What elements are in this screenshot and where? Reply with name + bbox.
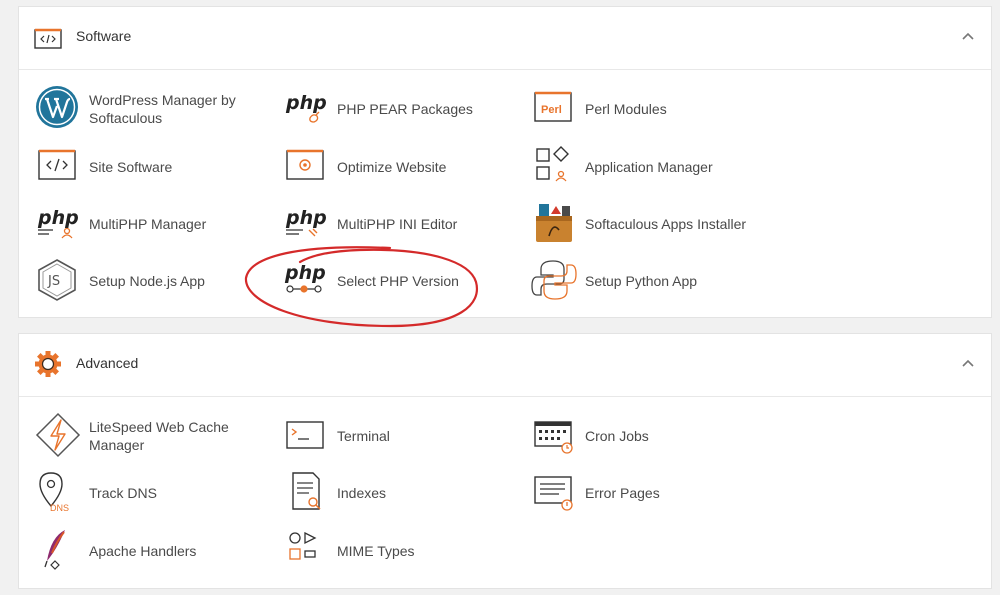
software-item-softaculous[interactable]: Softaculous Apps Installer xyxy=(531,200,771,248)
advanced-panel: Advanced LiteSpeed Web Cache Manager Ter… xyxy=(18,333,992,589)
svg-text:php: php xyxy=(285,92,327,114)
software-item-setup-nodejs[interactable]: JS Setup Node.js App xyxy=(35,257,275,305)
item-label: Cron Jobs xyxy=(585,428,649,444)
nodejs-icon: JS xyxy=(38,259,76,301)
item-label: Apache Handlers xyxy=(89,543,197,559)
php-version-icon: php xyxy=(284,262,326,293)
software-panel: Software WordPress Manager by Softaculou… xyxy=(18,6,992,318)
advanced-item-cron-jobs[interactable]: Cron Jobs xyxy=(531,412,771,460)
svg-text:php: php xyxy=(37,207,79,229)
python-icon xyxy=(531,260,577,300)
multiphp-icon: php xyxy=(37,207,79,239)
item-label: Perl Modules xyxy=(585,101,667,117)
app-grid-icon xyxy=(536,146,569,182)
optimize-gear-icon xyxy=(286,149,324,180)
item-label: Track DNS xyxy=(89,485,157,501)
item-label: Error Pages xyxy=(585,485,660,501)
php-ini-icon: php xyxy=(285,207,327,237)
software-item-site-software[interactable]: Site Software xyxy=(35,143,275,191)
item-label: Terminal xyxy=(337,428,390,444)
software-item-wordpress-manager[interactable]: WordPress Manager by Softaculous xyxy=(35,85,275,133)
item-label: Application Manager xyxy=(585,159,713,175)
software-item-multiphp-ini-editor[interactable]: php MultiPHP INI Editor xyxy=(283,200,523,248)
advanced-item-indexes[interactable]: Indexes xyxy=(283,469,523,517)
advanced-item-track-dns[interactable]: DNS Track DNS xyxy=(35,469,275,517)
php-pear-icon: php xyxy=(285,92,327,123)
error-page-icon xyxy=(534,476,573,511)
software-panel-header[interactable]: Software xyxy=(19,7,991,70)
svg-text:Perl: Perl xyxy=(541,104,562,116)
item-label: Indexes xyxy=(337,485,387,501)
apache-feather-icon xyxy=(44,530,65,570)
advanced-item-litespeed[interactable]: LiteSpeed Web Cache Manager xyxy=(35,412,275,460)
item-label: Softaculous Apps Installer xyxy=(585,216,747,232)
software-item-select-php-version[interactable]: php Select PHP Version xyxy=(283,257,523,305)
item-label: PHP PEAR Packages xyxy=(337,101,473,117)
chevron-up-icon[interactable] xyxy=(961,31,975,41)
svg-text:php: php xyxy=(285,207,327,229)
litespeed-icon xyxy=(35,412,81,458)
softaculous-icon xyxy=(536,204,572,242)
item-label: MultiPHP Manager xyxy=(89,216,207,232)
item-label: WordPress Manager by Softaculous xyxy=(89,92,236,126)
chevron-up-icon[interactable] xyxy=(961,358,975,368)
item-label: Setup Python App xyxy=(585,273,698,289)
code-window-icon xyxy=(34,28,62,49)
svg-text:php: php xyxy=(284,262,326,284)
item-label: MultiPHP INI Editor xyxy=(337,216,458,232)
software-item-perl-modules[interactable]: Perl Perl Modules xyxy=(531,85,771,133)
perl-icon: Perl xyxy=(534,91,572,122)
advanced-item-mime-types[interactable]: MIME Types xyxy=(283,527,523,575)
item-label: MIME Types xyxy=(337,543,415,559)
indexes-doc-icon xyxy=(292,472,321,510)
item-label: Setup Node.js App xyxy=(89,273,205,289)
advanced-section-title: Advanced xyxy=(76,355,139,371)
code-window-icon xyxy=(38,149,76,180)
item-label: Select PHP Version xyxy=(337,273,459,289)
item-label: LiteSpeed Web Cache Manager xyxy=(89,419,229,453)
advanced-item-terminal[interactable]: Terminal xyxy=(283,412,523,460)
wordpress-icon xyxy=(36,86,78,128)
advanced-item-apache-handlers[interactable]: Apache Handlers xyxy=(35,527,275,575)
software-item-application-manager[interactable]: Application Manager xyxy=(531,143,771,191)
item-label: Site Software xyxy=(89,159,173,175)
software-section-title: Software xyxy=(76,28,132,44)
svg-text:DNS: DNS xyxy=(50,503,69,513)
advanced-panel-header[interactable]: Advanced xyxy=(19,334,991,397)
terminal-icon xyxy=(286,421,324,449)
gear-icon xyxy=(35,351,61,377)
software-item-multiphp-manager[interactable]: php MultiPHP Manager xyxy=(35,200,275,248)
mime-shapes-icon xyxy=(289,531,317,560)
svg-text:JS: JS xyxy=(47,274,60,289)
dns-pin-icon: DNS xyxy=(39,472,69,513)
item-label: Optimize Website xyxy=(337,159,447,175)
software-item-setup-python[interactable]: Setup Python App xyxy=(531,257,771,305)
cron-calendar-icon xyxy=(534,421,573,454)
software-item-optimize-website[interactable]: Optimize Website xyxy=(283,143,523,191)
software-item-php-pear[interactable]: php PHP PEAR Packages xyxy=(283,85,523,133)
advanced-item-error-pages[interactable]: Error Pages xyxy=(531,469,771,517)
